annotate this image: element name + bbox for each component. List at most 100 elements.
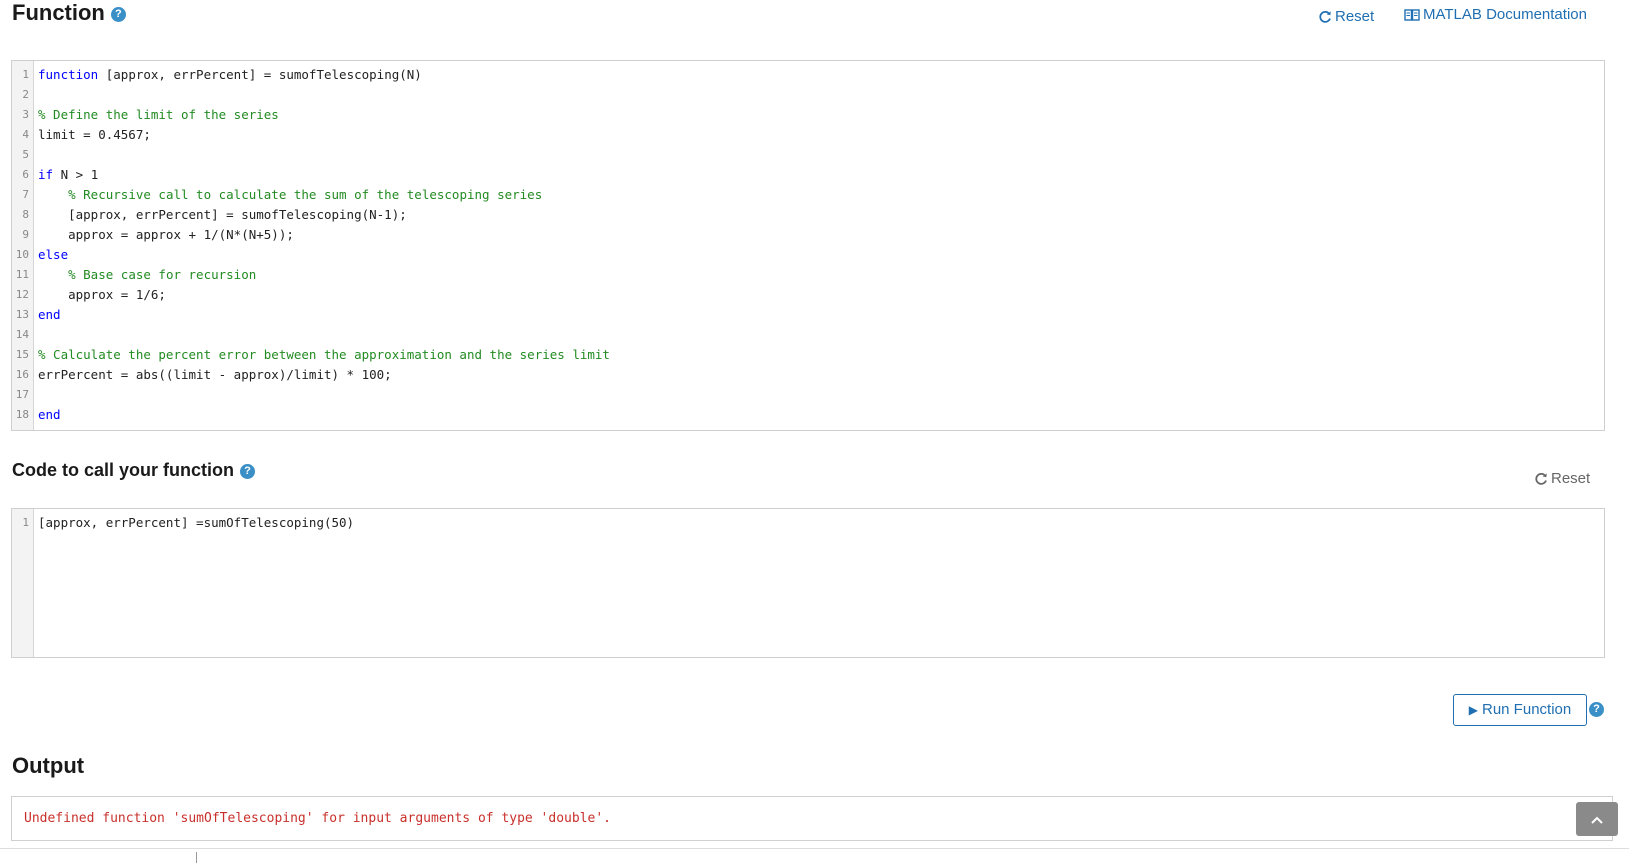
line-number: 1 — [22, 516, 29, 529]
code-token: N > 1 — [53, 167, 99, 182]
line-number: 2 — [22, 88, 29, 101]
code-token: limit = 0.4567; — [38, 127, 151, 142]
comment-token: % Calculate the percent error between th… — [38, 347, 610, 362]
line-number: 5 — [22, 148, 29, 161]
code-line[interactable]: 4 limit = 0.4567; — [12, 125, 1604, 145]
line-number: 7 — [22, 188, 29, 201]
reset-function-button[interactable]: Reset — [1318, 8, 1374, 25]
chevron-up-glyph — [1591, 816, 1603, 825]
keyword-token: end — [38, 407, 61, 422]
call-section-title-text: Code to call your function — [12, 460, 235, 480]
keyword-token: if — [38, 167, 54, 182]
code-line[interactable]: 5 — [12, 145, 1604, 165]
code-token: approx = 1/6; — [38, 287, 166, 302]
question-circle-icon[interactable]: ? — [240, 463, 256, 479]
reset-call-label: Reset — [1551, 470, 1591, 487]
line-number: 17 — [15, 388, 29, 401]
chevron-up-icon[interactable] — [1576, 802, 1618, 836]
line-number: 12 — [15, 288, 29, 301]
code-text: if N > 1 — [38, 165, 98, 185]
matlab-documentation-link[interactable]: MATLAB Documentation — [1404, 6, 1587, 23]
keyword-token: end — [38, 307, 61, 322]
code-text: end — [38, 405, 61, 425]
comment-token: % Base case for recursion — [68, 267, 257, 282]
refresh-icon — [1319, 10, 1331, 23]
question-circle-icon[interactable]: ? — [1589, 702, 1604, 717]
code-line[interactable]: 6 if N > 1 — [12, 165, 1604, 185]
line-number: 9 — [22, 228, 29, 241]
question-circle-icon[interactable]: ? — [110, 6, 126, 22]
output-title: Output — [12, 753, 85, 778]
run-function-button[interactable]: ▶ Run Function — [1453, 694, 1587, 726]
refresh-icon — [1535, 472, 1547, 485]
code-token: errPercent = abs((limit - approx)/limit)… — [38, 367, 392, 382]
code-line[interactable]: 1 [approx, errPercent] =sumOfTelescoping(… — [12, 513, 1604, 533]
code-line[interactable]: 13 end — [12, 305, 1604, 325]
keyword-token: else — [38, 247, 69, 262]
line-number: 1 — [22, 68, 29, 81]
code-text: % Calculate the percent error between th… — [38, 345, 610, 365]
line-number: 14 — [15, 328, 29, 341]
code-text: approx = approx + 1/(N*(N+5)); — [38, 225, 294, 245]
reset-function-label: Reset — [1335, 8, 1375, 25]
code-text: % Recursive call to calculate the sum of… — [38, 185, 542, 205]
code-line[interactable]: 11 % Base case for recursion — [12, 265, 1604, 285]
code-line[interactable]: 12 approx = 1/6; — [12, 285, 1604, 305]
line-number: 8 — [22, 208, 29, 221]
code-line[interactable]: 16 errPercent = abs((limit - approx)/limi… — [12, 365, 1604, 385]
code-text: % Define the limit of the series — [38, 105, 279, 125]
function-title-text: Function — [12, 0, 105, 25]
keyword-token: function — [38, 67, 99, 82]
code-line[interactable]: 17 — [12, 385, 1604, 405]
line-number: 10 — [15, 248, 29, 261]
code-text: limit = 0.4567; — [38, 125, 151, 145]
code-text: [approx, errPercent] =sumOfTelescoping(5… — [38, 513, 354, 533]
code-line[interactable]: 2 — [12, 85, 1604, 105]
code-text: end — [38, 305, 61, 325]
code-text: [approx, errPercent] = sumofTelescoping(… — [38, 205, 407, 225]
page-bottom-divider — [0, 848, 1629, 864]
function-code-editor[interactable]: 1 function [approx, errPercent] = sumofTe… — [11, 60, 1605, 431]
code-text: % Base case for recursion — [38, 265, 256, 285]
code-line[interactable]: 1 function [approx, errPercent] = sumofTe… — [12, 65, 1604, 85]
run-function-label: Run Function — [1482, 701, 1572, 718]
comment-token: % Recursive call to calculate the sum of… — [68, 187, 543, 202]
line-number: 18 — [15, 408, 29, 421]
matlab-documentation-label: MATLAB Documentation — [1423, 6, 1587, 23]
code-text: approx = 1/6; — [38, 285, 166, 305]
code-line[interactable]: 7 % Recursive call to calculate the sum … — [12, 185, 1604, 205]
reset-call-button[interactable]: Reset — [1534, 470, 1590, 487]
code-line[interactable]: 8 [approx, errPercent] = sumofTelescopin… — [12, 205, 1604, 225]
output-error-message: Undefined function 'sumOfTelescoping' fo… — [24, 811, 611, 826]
line-number: 15 — [15, 348, 29, 361]
code-text: function [approx, errPercent] = sumofTel… — [38, 65, 422, 85]
code-token: [approx, errPercent] =sumOfTelescoping(5… — [38, 515, 355, 530]
code-token: approx = approx + 1/(N*(N+5)); — [38, 227, 294, 242]
code-text: else — [38, 245, 68, 265]
bottom-divider-tick — [196, 852, 197, 863]
code-token: [approx, errPercent] = sumofTelescoping(… — [38, 207, 407, 222]
play-icon: ▶ — [1468, 703, 1478, 717]
code-line[interactable]: 18 end — [12, 405, 1604, 425]
line-number: 13 — [15, 308, 29, 321]
line-number: 3 — [22, 108, 29, 121]
call-section-title: Code to call your function? — [12, 459, 256, 481]
code-token: [approx, errPercent] = sumofTelescoping(… — [98, 67, 422, 82]
book-icon — [1404, 9, 1420, 21]
code-line[interactable]: 9 approx = approx + 1/(N*(N+5)); — [12, 225, 1604, 245]
code-line[interactable]: 15 % Calculate the percent error between … — [12, 345, 1604, 365]
output-panel: Undefined function 'sumOfTelescoping' fo… — [11, 796, 1613, 841]
line-number: 4 — [22, 128, 29, 141]
line-number: 16 — [15, 368, 29, 381]
function-title: Function? — [12, 0, 126, 26]
comment-token: % Define the limit of the series — [38, 107, 279, 122]
call-code-editor[interactable]: 1 [approx, errPercent] =sumOfTelescoping(… — [11, 508, 1605, 658]
line-number: 6 — [22, 168, 29, 181]
code-line[interactable]: 14 — [12, 325, 1604, 345]
line-number: 11 — [15, 268, 29, 281]
code-line[interactable]: 3 % Define the limit of the series — [12, 105, 1604, 125]
code-line[interactable]: 10 else — [12, 245, 1604, 265]
code-text: errPercent = abs((limit - approx)/limit)… — [38, 365, 392, 385]
